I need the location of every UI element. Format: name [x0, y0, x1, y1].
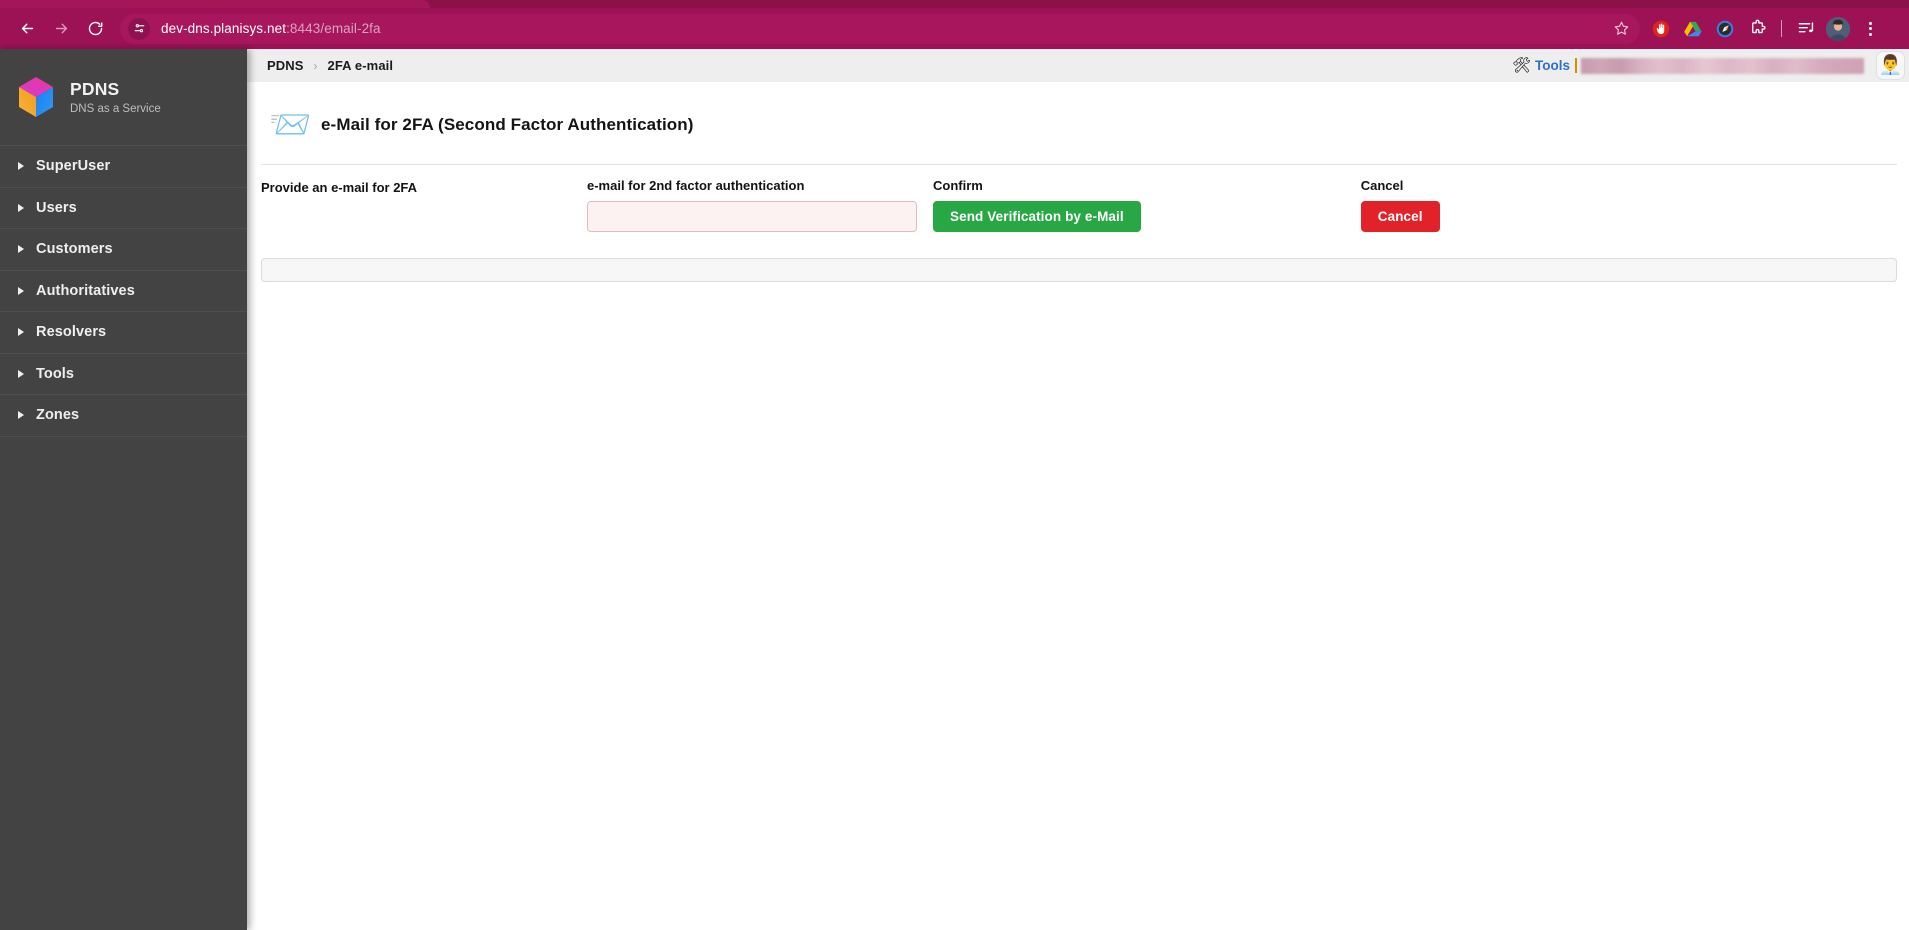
content-area: PDNS › 2FA e-mail 🛠 Tools 👨‍💼 📨 e-Mail f… [247, 49, 1909, 930]
cancel-button[interactable]: Cancel [1360, 201, 1440, 232]
back-arrow-icon [19, 20, 36, 37]
breadcrumb-item-root[interactable]: PDNS [267, 58, 304, 73]
sidebar-item-label: Users [36, 199, 77, 216]
browser-tabstrip [0, 0, 1909, 8]
ublock-origin-icon[interactable] [1646, 14, 1676, 44]
address-bar[interactable]: dev-dns.planisys.net:8443/email-2fa [120, 13, 1640, 44]
reload-icon [87, 20, 104, 37]
extension-icons [1646, 14, 1885, 44]
sidebar-item-label: Customers [36, 241, 113, 258]
page-body: 📨 e-Mail for 2FA (Second Factor Authenti… [247, 82, 1909, 930]
tools-link[interactable]: Tools [1535, 58, 1570, 73]
sidebar-item-label: Tools [36, 365, 75, 382]
pdns-cube-logo [16, 75, 56, 119]
top-bar: PDNS › 2FA e-mail 🛠 Tools 👨‍💼 [247, 49, 1909, 82]
chevron-right-icon [18, 286, 24, 295]
chevron-right-icon [18, 411, 24, 420]
menu-dot [1868, 27, 1872, 30]
chevron-right-icon [18, 369, 24, 378]
hammer-and-wrench-icon: 🛠 [1511, 57, 1531, 74]
sidebar-nav: SuperUser Users Customers Authoritatives… [0, 145, 247, 437]
sidebar: PDNS DNS as a Service SuperUser Users Cu… [0, 49, 247, 930]
chevron-right-icon [18, 245, 24, 254]
brand-header[interactable]: PDNS DNS as a Service [0, 49, 247, 145]
cancel-label: Cancel [1360, 178, 1404, 193]
browser-chrome: dev-dns.planisys.net:8443/email-2fa [0, 0, 1909, 49]
forward-button[interactable] [44, 12, 78, 46]
form-instruction: Provide an e-mail for 2FA [261, 180, 418, 195]
incoming-envelope-icon: 📨 [269, 106, 312, 144]
chevron-right-icon [18, 203, 24, 212]
google-drive-icon[interactable] [1678, 14, 1708, 44]
sidebar-item-label: SuperUser [36, 158, 111, 175]
redacted-account-field [1581, 57, 1864, 74]
page-title: e-Mail for 2FA (Second Factor Authentica… [321, 115, 694, 134]
sidebar-item-superuser[interactable]: SuperUser [0, 146, 247, 188]
email-input[interactable] [587, 201, 917, 232]
sidebar-item-zones[interactable]: Zones [0, 395, 247, 437]
send-verification-button[interactable]: Send Verification by e-Mail [933, 201, 1141, 232]
media-playlist-icon[interactable] [1791, 14, 1821, 44]
tools-divider [1575, 58, 1577, 73]
profile-avatar-image [1826, 16, 1850, 41]
app-container: PDNS DNS as a Service SuperUser Users Cu… [0, 49, 1909, 930]
chevron-right-icon [18, 162, 24, 171]
breadcrumb: PDNS › 2FA e-mail [267, 58, 393, 73]
url-text: dev-dns.planisys.net:8443/email-2fa [161, 21, 381, 36]
extensions-puzzle-icon[interactable] [1742, 14, 1772, 44]
email-2fa-form: Provide an e-mail for 2FA e-mail for 2nd… [247, 165, 1909, 232]
cancel-group: Cancel Cancel [1360, 178, 1440, 232]
top-bar-right: 🛠 Tools 👨‍💼 [1512, 49, 1905, 82]
confirm-label: Confirm [933, 178, 983, 193]
sidebar-item-label: Resolvers [36, 324, 107, 341]
brand-subtitle: DNS as a Service [70, 102, 161, 115]
menu-dot [1868, 32, 1872, 36]
email-field-group: e-mail for 2nd factor authentication [587, 178, 917, 232]
user-avatar[interactable]: 👨‍💼 [1876, 51, 1905, 80]
sidebar-item-resolvers[interactable]: Resolvers [0, 312, 247, 354]
breadcrumb-item-current: 2FA e-mail [327, 58, 394, 73]
sidebar-item-customers[interactable]: Customers [0, 229, 247, 271]
compass-extension-icon[interactable] [1710, 14, 1740, 44]
url-host: dev-dns.planisys.net [161, 21, 287, 36]
active-tab[interactable] [0, 0, 430, 8]
brand-name: PDNS [70, 79, 120, 100]
reload-button[interactable] [78, 12, 112, 46]
confirm-group: Confirm Send Verification by e-Mail [933, 178, 1141, 232]
url-path: :8443/email-2fa [286, 21, 381, 36]
browser-toolbar: dev-dns.planisys.net:8443/email-2fa [0, 8, 1909, 49]
bookmark-star-icon[interactable] [1608, 16, 1634, 42]
sidebar-item-users[interactable]: Users [0, 188, 247, 229]
sidebar-item-tools[interactable]: Tools [0, 354, 247, 395]
email-field-label: e-mail for 2nd factor authentication [587, 178, 805, 193]
sidebar-item-label: Zones [36, 407, 80, 424]
menu-dot [1868, 21, 1872, 25]
sidebar-item-label: Authoritatives [36, 282, 135, 299]
toolbar-divider [1781, 20, 1782, 37]
sidebar-item-authoritatives[interactable]: Authoritatives [0, 271, 247, 312]
breadcrumb-separator-icon: › [313, 58, 318, 73]
page-header: 📨 e-Mail for 2FA (Second Factor Authenti… [247, 82, 1909, 164]
chevron-right-icon [18, 328, 24, 337]
message-panel [261, 258, 1897, 282]
three-dot-menu-icon[interactable] [1855, 14, 1885, 44]
profile-avatar[interactable] [1823, 14, 1853, 44]
back-button[interactable] [10, 12, 44, 46]
site-settings-icon[interactable] [128, 17, 150, 40]
forward-arrow-icon [53, 20, 70, 37]
